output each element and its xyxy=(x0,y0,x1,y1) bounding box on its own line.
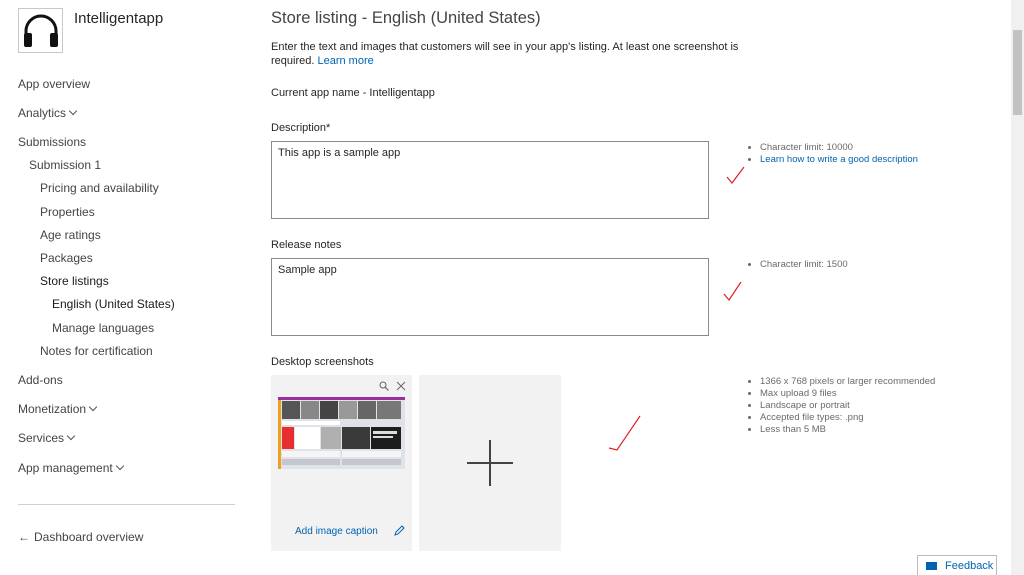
pencil-icon[interactable] xyxy=(393,525,405,537)
feedback-label: Feedback xyxy=(945,560,994,572)
intro-text: Enter the text and images that customers… xyxy=(271,40,771,68)
screenshot-thumbnail[interactable] xyxy=(278,397,405,469)
app-name: Intelligentapp xyxy=(74,10,164,27)
sidebar-item-monetization[interactable]: Monetization xyxy=(18,402,98,416)
sidebar-item-packages[interactable]: Packages xyxy=(40,251,93,265)
description-field[interactable]: This app is a sample app xyxy=(271,141,709,219)
sidebar-item-label: App management xyxy=(18,461,113,475)
close-icon[interactable] xyxy=(396,381,406,391)
description-hints: Character limit: 10000 Learn how to writ… xyxy=(747,142,918,166)
sidebar-divider xyxy=(18,504,235,505)
app-icon xyxy=(18,8,63,53)
release-notes-hints: Character limit: 1500 xyxy=(747,259,848,271)
release-notes-char-limit: Character limit: 1500 xyxy=(760,259,848,271)
chevron-down-icon xyxy=(68,106,78,116)
sidebar-item-label: Manage languages xyxy=(52,321,155,335)
plus-icon-bar xyxy=(467,462,513,464)
sidebar-item-label: Packages xyxy=(40,251,93,265)
screenshot-card: Add image caption xyxy=(271,375,412,551)
sidebar-item-add-ons[interactable]: Add-ons xyxy=(18,373,63,387)
sidebar-item-label: Add-ons xyxy=(18,373,63,387)
sidebar-item-services[interactable]: Services xyxy=(18,431,76,445)
arrow-left-icon: ← xyxy=(18,530,30,544)
feedback-button[interactable]: Feedback xyxy=(917,555,997,575)
dashboard-overview-link[interactable]: ← Dashboard overview xyxy=(18,530,143,544)
sidebar-item-label: Age ratings xyxy=(40,228,101,242)
screenshot-hint-item: Accepted file types: .png xyxy=(760,412,935,424)
chevron-down-icon xyxy=(115,461,124,471)
page-title: Store listing - English (United States) xyxy=(271,9,541,27)
sidebar-item-label: Services xyxy=(18,431,65,445)
zoom-icon[interactable] xyxy=(379,381,389,391)
screenshot-hint-item: Max upload 9 files xyxy=(760,388,935,400)
screenshot-hint-item: Less than 5 MB xyxy=(760,424,935,436)
sidebar-item-submissions[interactable]: Submissions xyxy=(18,135,86,149)
sidebar-item-label: Monetization xyxy=(18,402,87,416)
sidebar: Intelligentapp App overview Analytics Su… xyxy=(0,0,250,575)
chevron-down-icon xyxy=(88,402,98,412)
sidebar-item-analytics[interactable]: Analytics xyxy=(18,106,78,120)
description-char-limit: Character limit: 10000 xyxy=(760,142,918,154)
sidebar-item-label: App overview xyxy=(18,77,91,91)
release-notes-field[interactable]: Sample app xyxy=(271,258,709,336)
current-app-name: Current app name - Intelligentapp xyxy=(271,87,435,99)
sidebar-item-age-ratings[interactable]: Age ratings xyxy=(40,228,101,242)
add-image-caption-button[interactable]: Add image caption xyxy=(295,526,378,537)
screenshot-hint-item: 1366 x 768 pixels or larger recommended xyxy=(760,376,935,388)
sidebar-item-english-us[interactable]: English (United States) xyxy=(52,297,175,311)
sidebar-item-label: Submissions xyxy=(18,135,87,149)
sidebar-item-label: Store listings xyxy=(40,274,109,288)
store-listing-page: Intelligentapp App overview Analytics Su… xyxy=(0,0,1024,575)
sidebar-item-label: Analytics xyxy=(18,106,67,120)
main-content: Store listing - English (United States) … xyxy=(271,0,1011,575)
add-screenshot-button[interactable] xyxy=(419,375,561,551)
learn-more-link[interactable]: Learn more xyxy=(317,55,373,67)
good-description-link[interactable]: Learn how to write a good description xyxy=(760,154,918,165)
headphones-icon xyxy=(23,14,58,47)
sidebar-item-pricing[interactable]: Pricing and availability xyxy=(40,181,159,195)
sidebar-item-label: Notes for certification xyxy=(40,344,153,358)
description-hint-item: Learn how to write a good description xyxy=(760,154,918,166)
sidebar-item-app-overview[interactable]: App overview xyxy=(18,77,90,91)
check-mark-annotation xyxy=(723,281,742,302)
sidebar-item-label: Submission 1 xyxy=(29,158,102,172)
description-label: Description* xyxy=(271,122,331,134)
screenshot-image xyxy=(278,397,405,469)
dashboard-overview-label: Dashboard overview xyxy=(34,530,144,544)
screenshot-hint-item: Landscape or portrait xyxy=(760,400,935,412)
sidebar-item-label: English (United States) xyxy=(52,297,175,311)
sidebar-item-properties[interactable]: Properties xyxy=(40,205,95,219)
sidebar-item-store-listings[interactable]: Store listings xyxy=(40,274,109,288)
chat-icon xyxy=(926,562,937,570)
check-mark-annotation xyxy=(726,166,745,184)
desktop-screenshots-label: Desktop screenshots xyxy=(271,356,374,368)
sidebar-item-label: Pricing and availability xyxy=(40,181,159,195)
vertical-scrollbar[interactable] xyxy=(1011,0,1024,575)
sidebar-item-notes-certification[interactable]: Notes for certification xyxy=(40,344,153,358)
check-mark-annotation xyxy=(608,415,641,451)
sidebar-item-app-management[interactable]: App management xyxy=(18,461,124,475)
chevron-down-icon xyxy=(66,431,76,441)
sidebar-item-manage-languages[interactable]: Manage languages xyxy=(52,321,154,335)
screenshot-hints: 1366 x 768 pixels or larger recommended … xyxy=(747,376,935,436)
release-notes-label: Release notes xyxy=(271,239,342,251)
screenshot-tools xyxy=(379,381,406,391)
sidebar-item-label: Properties xyxy=(40,205,95,219)
scrollbar-thumb[interactable] xyxy=(1013,30,1022,115)
sidebar-item-submission-1[interactable]: Submission 1 xyxy=(29,158,101,172)
